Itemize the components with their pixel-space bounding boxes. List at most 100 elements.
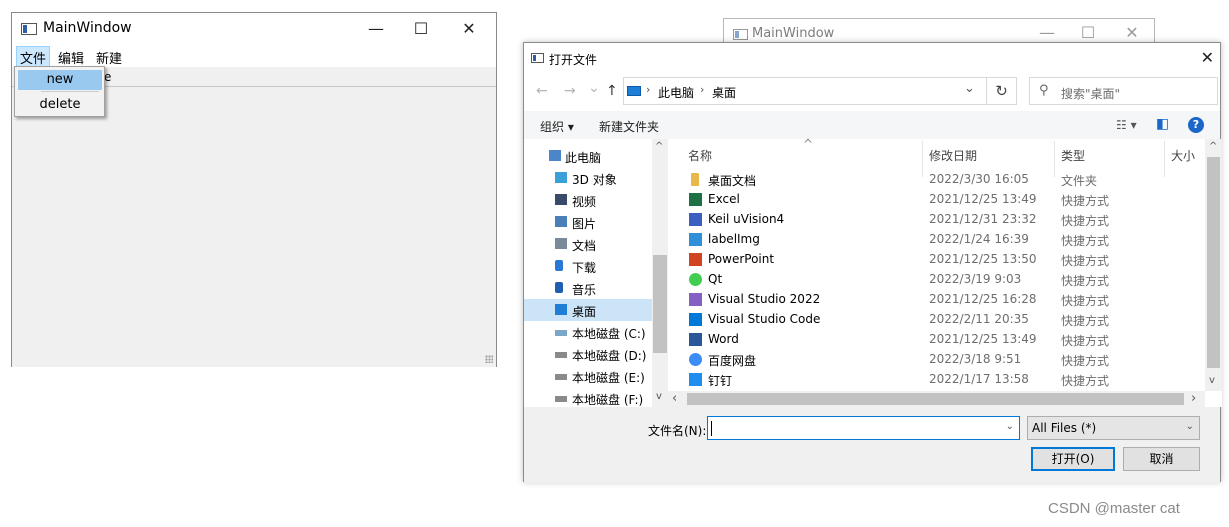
table-row[interactable]: Qt 2022/3/19 9:03 快捷方式 — [686, 270, 1186, 290]
file-type: 快捷方式 — [1061, 274, 1110, 288]
file-date: 2021/12/25 16:28 — [929, 292, 1037, 306]
search-box[interactable]: ⚲ 搜索"桌面" — [1029, 77, 1218, 105]
menu-item-delete[interactable]: delete — [18, 95, 102, 115]
tree-item-label: 本地磁盘 (E:) — [572, 371, 645, 385]
tree-item-label: 桌面 — [572, 305, 597, 319]
address-bar[interactable]: › 此电脑 › 桌面 ⌄ — [623, 77, 987, 105]
up-arrow-icon[interactable]: ↑ — [606, 83, 618, 99]
dialog-footer: 文件名(N): ⌄ All Files (*) ⌄ 打开(O) 取消 — [524, 407, 1220, 483]
scroll-down-icon[interactable]: v — [656, 391, 662, 402]
tree-item-9[interactable]: 本地磁盘 (D:) — [524, 343, 652, 365]
address-dropdown-icon[interactable]: ⌄ — [964, 81, 975, 96]
table-row[interactable]: labelImg 2022/1/24 16:39 快捷方式 — [686, 230, 1186, 250]
tree-item-4[interactable]: 文档 — [524, 233, 652, 255]
sort-indicator-icon: ^ — [803, 139, 814, 151]
resize-grip-icon[interactable] — [485, 355, 493, 363]
recent-locations-icon[interactable]: ⌄ — [588, 80, 600, 96]
excel-icon — [689, 193, 702, 206]
minimize-button[interactable]: — — [1036, 23, 1058, 43]
table-row[interactable]: PowerPoint 2021/12/25 13:50 快捷方式 — [686, 250, 1186, 270]
menu-new[interactable]: 新建 — [93, 47, 125, 68]
tree-item-6[interactable]: 音乐 — [524, 277, 652, 299]
file-type-select[interactable]: All Files (*) ⌄ — [1027, 416, 1200, 440]
minimize-button[interactable]: — — [365, 19, 387, 39]
tree-item-0[interactable]: 此电脑 — [524, 145, 652, 167]
table-row[interactable]: 桌面文档 2022/3/30 16:05 文件夹 — [686, 170, 1186, 190]
organize-button[interactable]: 组织 ▾ — [540, 118, 574, 135]
close-button[interactable]: ✕ — [458, 19, 480, 39]
forward-arrow-icon[interactable]: → — [564, 83, 576, 99]
maximize-button[interactable]: ☐ — [410, 19, 432, 39]
scroll-thumb[interactable] — [653, 255, 667, 353]
preview-pane-icon[interactable]: ◧ — [1156, 116, 1169, 132]
file-type-value: All Files (*) — [1032, 421, 1097, 435]
scroll-up-icon[interactable]: ^ — [1209, 141, 1217, 152]
navigation-pane-scrollbar[interactable]: ^ v — [652, 139, 668, 407]
3d-icon — [555, 172, 567, 183]
view-options-icon[interactable]: ☷ ▾ — [1116, 118, 1137, 132]
file-type: 快捷方式 — [1061, 314, 1110, 328]
refresh-icon[interactable]: ↻ — [987, 77, 1017, 105]
back-arrow-icon[interactable]: ← — [536, 83, 548, 99]
dialog-close-button[interactable]: ✕ — [1201, 48, 1214, 67]
help-icon[interactable]: ? — [1188, 117, 1204, 133]
filename-input[interactable]: ⌄ — [707, 416, 1020, 440]
tree-item-3[interactable]: 图片 — [524, 211, 652, 233]
scroll-thumb[interactable] — [1207, 157, 1220, 368]
scroll-thumb[interactable] — [687, 393, 1184, 405]
window-app-icon — [531, 53, 544, 63]
powerpoint-icon — [689, 253, 702, 266]
file-list-vertical-scrollbar[interactable]: ^ v — [1205, 139, 1222, 391]
tree-item-1[interactable]: 3D 对象 — [524, 167, 652, 189]
file-name: 桌面文档 — [708, 174, 757, 188]
menu-item-new[interactable]: new — [18, 70, 102, 90]
new-folder-button[interactable]: 新建文件夹 — [599, 118, 659, 135]
table-row[interactable]: Word 2021/12/25 13:49 快捷方式 — [686, 330, 1186, 350]
tree-item-5[interactable]: 下载 — [524, 255, 652, 277]
column-header-size[interactable]: 大小 — [1171, 147, 1195, 164]
table-row[interactable]: 百度网盘 2022/3/18 9:51 快捷方式 — [686, 350, 1186, 370]
visual-studio-icon — [689, 293, 702, 306]
column-header-name[interactable]: 名称 — [688, 147, 712, 164]
window-app-icon — [733, 29, 748, 40]
breadcrumb-this-pc[interactable]: 此电脑 — [658, 84, 694, 101]
open-file-dialog: 打开文件 ✕ ← → ⌄ ↑ › 此电脑 › 桌面 ⌄ ↻ ⚲ 搜索"桌面" 组… — [523, 42, 1222, 483]
file-list-horizontal-scrollbar[interactable]: ‹ › — [668, 391, 1205, 407]
cancel-button[interactable]: 取消 — [1123, 447, 1200, 471]
background-window-title: MainWindow — [752, 26, 835, 41]
menu-edit[interactable]: 编辑 — [55, 47, 87, 68]
table-row[interactable]: Visual Studio 2022 2021/12/25 16:28 快捷方式 — [686, 290, 1186, 310]
tree-item-2[interactable]: 视频 — [524, 189, 652, 211]
maximize-button[interactable]: ☐ — [1077, 23, 1099, 43]
close-button[interactable]: ✕ — [1121, 23, 1143, 43]
table-row[interactable]: Keil uVision4 2021/12/31 23:32 快捷方式 — [686, 210, 1186, 230]
breadcrumb-separator: › — [700, 83, 705, 96]
open-button[interactable]: 打开(O) — [1031, 447, 1115, 471]
file-name: Visual Studio 2022 — [708, 292, 821, 306]
tree-item-7[interactable]: 桌面 — [524, 299, 652, 321]
main-window-title: MainWindow — [43, 20, 132, 36]
tree-item-11[interactable]: 本地磁盘 (F:) — [524, 387, 652, 407]
file-date: 2021/12/25 13:49 — [929, 192, 1037, 206]
column-header-date[interactable]: 修改日期 — [929, 147, 977, 164]
column-header-type[interactable]: 类型 — [1061, 147, 1085, 164]
file-name: PowerPoint — [708, 252, 775, 266]
scroll-right-icon[interactable]: › — [1191, 391, 1196, 406]
scroll-left-icon[interactable]: ‹ — [672, 391, 677, 406]
file-type: 快捷方式 — [1061, 234, 1110, 248]
scroll-up-icon[interactable]: ^ — [655, 141, 663, 152]
scroll-down-icon[interactable]: v — [1209, 375, 1215, 386]
search-placeholder: 搜索"桌面" — [1061, 87, 1121, 101]
tree-item-10[interactable]: 本地磁盘 (E:) — [524, 365, 652, 387]
file-date: 2022/3/30 16:05 — [929, 172, 1029, 186]
file-type: 快捷方式 — [1061, 354, 1110, 368]
breadcrumb-desktop[interactable]: 桌面 — [712, 84, 736, 101]
desktop-icon — [555, 304, 567, 315]
tree-item-8[interactable]: 本地磁盘 (C:) — [524, 321, 652, 343]
tree-item-label: 本地磁盘 (F:) — [572, 393, 644, 407]
table-row[interactable]: 钉钉 2022/1/17 13:58 快捷方式 — [686, 370, 1186, 390]
chevron-down-icon[interactable]: ⌄ — [1006, 421, 1014, 432]
table-row[interactable]: Visual Studio Code 2022/2/11 20:35 快捷方式 — [686, 310, 1186, 330]
table-row[interactable]: Excel 2021/12/25 13:49 快捷方式 — [686, 190, 1186, 210]
labelimg-icon — [689, 233, 702, 246]
